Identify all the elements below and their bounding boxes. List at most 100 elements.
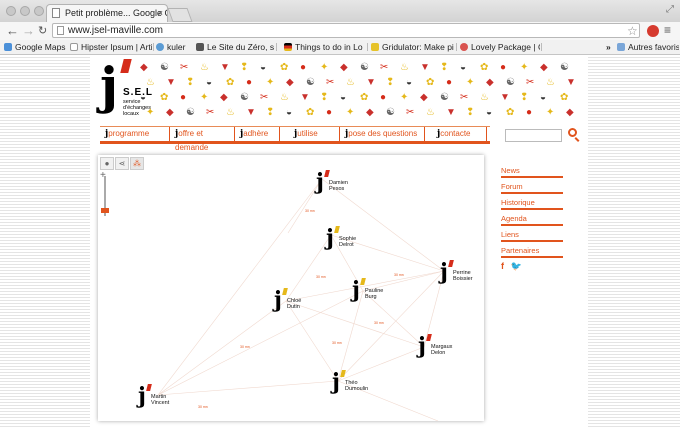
- twitter-icon[interactable]: 🐦: [511, 261, 522, 271]
- side-link-forum[interactable]: Forum: [501, 182, 563, 194]
- pattern-illustration: ❢: [440, 62, 449, 73]
- pattern-illustration: ✿: [480, 62, 489, 73]
- pattern-illustration: ✿: [360, 92, 369, 103]
- pattern-illustration: ●: [380, 92, 387, 103]
- extension-icon[interactable]: [647, 25, 659, 37]
- bookmark-item[interactable]: Le Site du Zéro, site: [196, 41, 274, 53]
- pattern-illustration: ▼: [246, 107, 256, 118]
- close-window-button[interactable]: [6, 6, 16, 16]
- pattern-illustration: ◒: [340, 92, 347, 103]
- pattern-illustration: ✦: [320, 62, 329, 73]
- pattern-illustration: ✂: [406, 107, 415, 118]
- pattern-illustration: ◒: [486, 107, 493, 118]
- bookmark-item[interactable]: Lovely Package | Cu: [460, 41, 540, 53]
- bookmark-item[interactable]: Hipster Ipsum | Arti: [70, 41, 152, 53]
- bookmark-item[interactable]: kuler: [156, 41, 192, 53]
- pattern-illustration: ♨: [426, 107, 435, 118]
- other-bookmarks-folder[interactable]: Autres favoris: [617, 41, 679, 53]
- pattern-illustration: ✦: [546, 107, 555, 118]
- pattern-illustration: ●: [446, 77, 453, 88]
- pattern-illustration: ❢: [240, 62, 249, 73]
- pattern-illustration: ◒: [460, 62, 467, 73]
- bookmark-star-icon[interactable]: ☆: [627, 24, 638, 38]
- search-icon[interactable]: [568, 128, 577, 137]
- menu-icon[interactable]: ≡: [664, 23, 671, 37]
- pattern-illustration: ☯: [306, 77, 315, 88]
- more-bookmarks-button[interactable]: »: [606, 41, 611, 53]
- bookmarks-bar: Google Maps Hipster Ipsum | Arti kuler L…: [0, 40, 680, 55]
- pattern-illustration: ●: [500, 62, 507, 73]
- page-icon: [57, 26, 64, 35]
- new-tab-button[interactable]: [167, 8, 193, 22]
- pattern-illustration: ◒: [206, 77, 213, 88]
- nav-utilise[interactable]: jutilise: [280, 127, 340, 141]
- kuler-icon: [156, 43, 164, 51]
- bookmark-item[interactable]: Gridulator: Make pi: [371, 41, 455, 53]
- pattern-illustration: ▼: [366, 77, 376, 88]
- pattern-illustration: ●: [180, 92, 187, 103]
- pattern-illustration: ●: [246, 77, 253, 88]
- side-link-historique[interactable]: Historique: [501, 198, 563, 210]
- pattern-illustration: ✂: [206, 107, 215, 118]
- nav-programme[interactable]: jprogramme: [100, 127, 170, 141]
- close-tab-icon[interactable]: ×: [158, 5, 163, 22]
- side-link-partenaires[interactable]: Partenaires: [501, 246, 563, 258]
- sdz-icon: [196, 43, 204, 51]
- pattern-illustration: ✂: [180, 62, 189, 73]
- pattern-illustration: ◆: [140, 62, 148, 73]
- zoom-window-button[interactable]: [34, 6, 44, 16]
- nav-adhere[interactable]: jadhère: [235, 127, 280, 141]
- pattern-illustration: ❢: [320, 92, 329, 103]
- pattern-illustration: ◆: [366, 107, 374, 118]
- pattern-illustration: ✿: [280, 62, 289, 73]
- pattern-illustration: ◆: [566, 107, 574, 118]
- pattern-illustration: ✦: [400, 92, 409, 103]
- browser-toolbar: ← → ↻ www.jsel-maville.com ☆ ≡: [0, 22, 680, 40]
- pattern-illustration: ❢: [466, 107, 475, 118]
- site-logo[interactable]: j S.E.L service d'échanges locaux: [100, 59, 152, 131]
- google-maps-icon: [4, 43, 12, 51]
- edge-label: 30 mn: [374, 321, 384, 325]
- network-view-button[interactable]: ⁂: [130, 157, 144, 170]
- browser-tab[interactable]: Petit problème... Google Chr ×: [46, 4, 168, 22]
- forward-icon[interactable]: →: [22, 23, 35, 39]
- fullscreen-icon[interactable]: ⤢: [666, 4, 674, 15]
- zoom-slider-handle[interactable]: [101, 208, 109, 213]
- page-icon: [70, 43, 78, 51]
- side-link-news[interactable]: News: [501, 166, 563, 178]
- pattern-illustration: ✦: [466, 77, 475, 88]
- search-input[interactable]: [505, 129, 562, 142]
- nav-contacte[interactable]: jcontacte: [425, 127, 487, 141]
- pattern-illustration: ❢: [266, 107, 275, 118]
- network-graph[interactable]: ● ⋖ ⁂ + 30 mn 30 mn 30 mn 30 mn 30 mn 30…: [98, 155, 484, 421]
- edge-label: 30 mn: [332, 341, 342, 345]
- logo-apostrophe: [120, 59, 132, 73]
- pattern-illustration: ♨: [346, 77, 355, 88]
- pattern-illustration: ✂: [260, 92, 269, 103]
- side-link-liens[interactable]: Liens: [501, 230, 563, 242]
- nav-questions[interactable]: jpose des questions: [340, 127, 425, 141]
- share-view-button[interactable]: ⋖: [115, 157, 129, 170]
- bookmark-item[interactable]: Google Maps: [4, 41, 70, 53]
- pattern-illustration: ♨: [146, 77, 155, 88]
- side-link-agenda[interactable]: Agenda: [501, 214, 563, 226]
- person-view-button[interactable]: ●: [100, 157, 114, 170]
- back-icon[interactable]: ←: [6, 23, 19, 39]
- pattern-illustration: ✂: [380, 62, 389, 73]
- pattern-illustration: ♨: [400, 62, 409, 73]
- pattern-illustration: ◒: [286, 107, 293, 118]
- pattern-illustration: ▼: [566, 77, 576, 88]
- main-nav: jprogramme joffre et demande jadhère jut…: [100, 126, 490, 152]
- pattern-illustration: ▼: [446, 107, 456, 118]
- pattern-illustration: ✂: [526, 77, 535, 88]
- tab-title: Petit problème... Google Chr: [65, 8, 168, 18]
- minimize-window-button[interactable]: [20, 6, 30, 16]
- reload-icon[interactable]: ↻: [38, 23, 47, 39]
- bookmark-item[interactable]: Things to do in Lo: [284, 41, 366, 53]
- address-bar[interactable]: www.jsel-maville.com: [52, 23, 640, 38]
- header-pattern: ◆ ☯ ✂ ♨ ▼ ❢ ◒ ✿ ● ✦ ◆ ☯ ✂ ♨ ▼ ❢ ◒ ✿ ● ✦ ◆ ☯ ♨ ▼ ❢ ◒ ✿ ● ✦ ◆ ☯ ✂ ♨ ▼ ❢ ◒ ✿ ● ✦ ◆…: [140, 61, 582, 125]
- pattern-illustration: ❢: [186, 77, 195, 88]
- facebook-icon[interactable]: f: [501, 261, 504, 271]
- nav-offre-demande[interactable]: joffre et demande: [170, 127, 235, 152]
- pattern-illustration: ◆: [540, 62, 548, 73]
